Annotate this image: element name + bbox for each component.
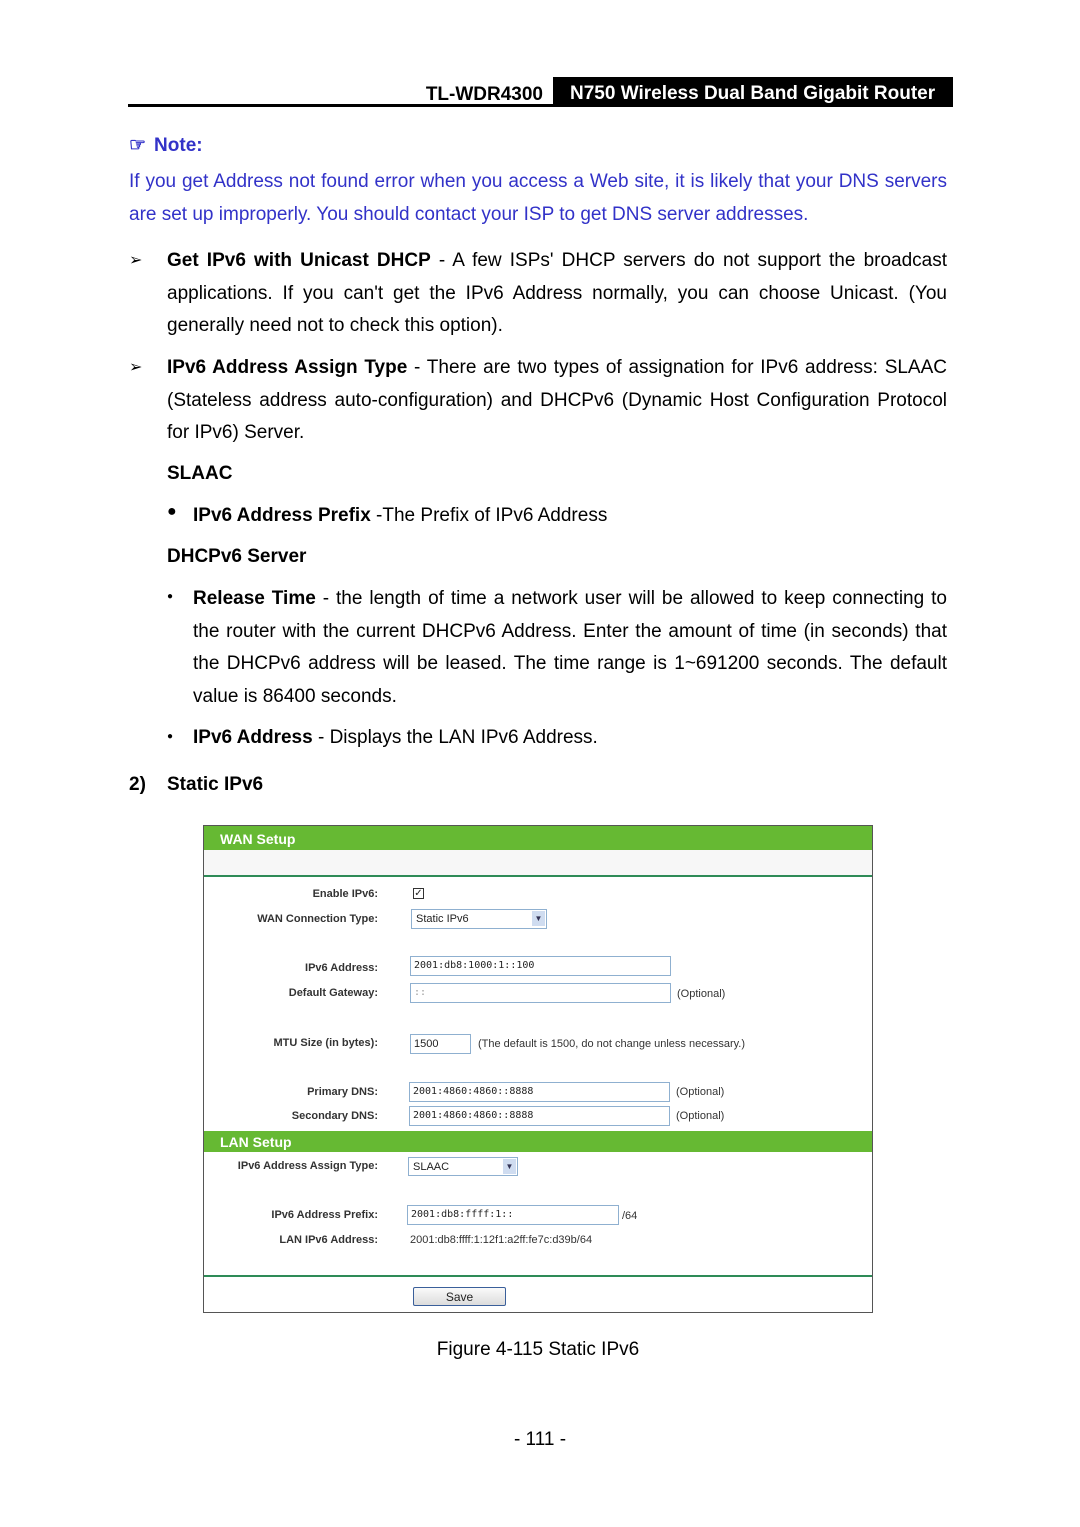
dhcpv6-heading: DHCPv6 Server (167, 546, 307, 567)
lan-address-value: 2001:db8:ffff:1:12f1:a2ff:fe7c:d39b/64 (410, 1234, 593, 1246)
wan-band (204, 850, 872, 876)
default-gateway-label: Default Gateway: (288, 987, 378, 999)
assign-type-label: IPv6 Address Assign Type: (237, 1160, 378, 1172)
arrow-bullet-icon: ➢ (129, 252, 143, 269)
lan-address-label: LAN IPv6 Address: (279, 1234, 378, 1246)
wan-connection-type-label: WAN Connection Type: (257, 913, 378, 925)
static-ipv6-screenshot: WAN Setup Enable IPv6: ✓ WAN Connection … (203, 825, 873, 1313)
wan-connection-type-select[interactable]: Static IPv6 ▼ (411, 909, 547, 929)
header-divider (128, 104, 953, 107)
divider (204, 1275, 872, 1277)
section-title: Static IPv6 (167, 774, 264, 795)
bullet-icon: ● (167, 503, 177, 520)
ipv6-address-input[interactable]: 2001:db8:1000:1::100 (410, 956, 671, 976)
section-number: 2) (129, 774, 146, 795)
bullet-term: IPv6 Address Prefix (193, 505, 371, 526)
enable-ipv6-label: Enable IPv6: (312, 888, 378, 900)
prefix-label: IPv6 Address Prefix: (271, 1209, 378, 1221)
bullet-icon: ● (167, 731, 174, 742)
mtu-label: MTU Size (in bytes): (273, 1037, 378, 1049)
ipv6-address-label: IPv6 Address: (305, 962, 378, 974)
secondary-dns-label: Secondary DNS: (291, 1110, 378, 1122)
bullet-term: IPv6 Address (193, 727, 313, 748)
bullet-prefix: IPv6 Address Prefix -The Prefix of IPv6 … (193, 500, 947, 533)
bullet-term: Release Time (193, 588, 316, 609)
save-button[interactable]: Save (413, 1287, 506, 1306)
select-value: Static IPv6 (416, 913, 469, 925)
bullet-ipv6-address: IPv6 Address - Displays the LAN IPv6 Add… (193, 722, 947, 755)
note-heading: ☞ Note: (129, 134, 203, 157)
lan-setup-header: LAN Setup (204, 1131, 872, 1152)
note-title: Note: (154, 135, 203, 156)
enable-ipv6-checkbox[interactable]: ✓ (413, 888, 424, 899)
assign-type-select[interactable]: SLAAC ▼ (408, 1157, 518, 1176)
chevron-down-icon: ▼ (503, 1159, 516, 1174)
page-number: - 111 - (513, 1429, 567, 1450)
item-assign-type: IPv6 Address Assign Type - There are two… (167, 352, 947, 450)
primary-dns-label: Primary DNS: (307, 1086, 378, 1098)
prefix-suffix: /64 (622, 1210, 638, 1222)
optional-hint: (Optional) (676, 1110, 725, 1122)
bullet-text: - Displays the LAN IPv6 Address. (312, 727, 598, 748)
item-term: IPv6 Address Assign Type (167, 357, 408, 378)
wan-setup-header: WAN Setup (204, 826, 872, 850)
mtu-hint: (The default is 1500, do not change unle… (478, 1038, 746, 1050)
item-term: Get IPv6 with Unicast DHCP (167, 250, 431, 271)
pointing-hand-icon: ☞ (129, 135, 147, 156)
figure-caption: Figure 4-115 Static IPv6 (436, 1339, 640, 1360)
primary-dns-input[interactable]: 2001:4860:4860::8888 (409, 1082, 670, 1102)
note-text: If you get Address not found error when … (129, 171, 947, 225)
item-unicast-dhcp: Get IPv6 with Unicast DHCP - A few ISPs'… (167, 245, 947, 343)
divider (204, 875, 872, 877)
chevron-down-icon: ▼ (532, 911, 545, 926)
optional-hint: (Optional) (677, 988, 726, 1000)
optional-hint: (Optional) (676, 1086, 725, 1098)
prefix-input[interactable]: 2001:db8:ffff:1:: (407, 1205, 619, 1225)
select-value: SLAAC (413, 1161, 450, 1173)
bullet-icon: ● (167, 591, 174, 602)
arrow-bullet-icon: ➢ (129, 359, 143, 376)
bullet-release-time: Release Time - the length of time a netw… (193, 583, 947, 713)
bullet-text: -The Prefix of IPv6 Address (370, 505, 608, 526)
default-gateway-input[interactable]: :: (410, 983, 671, 1003)
manual-page: TL-WDR4300 N750 Wireless Dual Band Gigab… (0, 0, 1080, 1527)
mtu-input[interactable]: 1500 (410, 1034, 471, 1054)
secondary-dns-input[interactable]: 2001:4860:4860::8888 (409, 1106, 670, 1126)
header-model: TL-WDR4300 (425, 84, 543, 105)
slaac-heading: SLAAC (167, 463, 233, 484)
header-title: N750 Wireless Dual Band Gigabit Router (553, 77, 953, 107)
